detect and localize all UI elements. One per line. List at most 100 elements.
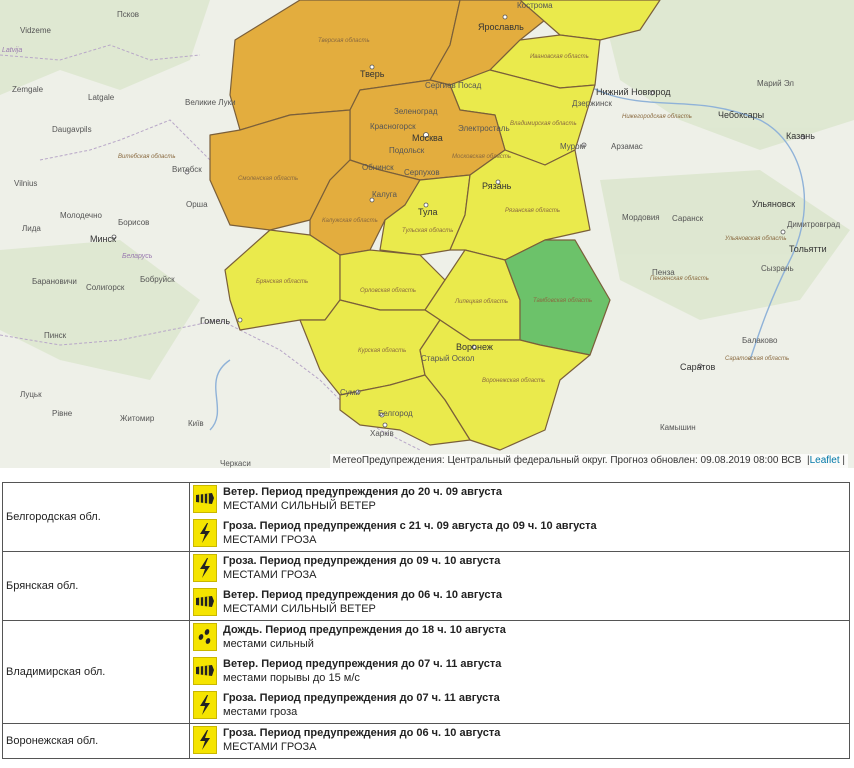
warning-item: Гроза. Период предупреждения до 09 ч. 10… [190,552,849,586]
warning-text: Гроза. Период предупреждения с 21 ч. 09 … [223,519,597,547]
warning-item: Ветер. Период предупреждения до 06 ч. 10… [190,586,849,620]
warning-row: Брянская обл. Гроза. Период предупреждени… [2,551,850,621]
map-label-moscow: Москва [412,133,443,143]
map-label-tula-region: Тульская область [402,228,453,234]
map-attribution: МетеоПредупреждения: Центральный федерал… [329,454,848,468]
map-label-smolensk-region: Смоленская область [238,176,298,182]
map-canvas: Latvija Беларусь Тверская область Иванов… [0,0,854,468]
map-label-tver-region: Тверская область [318,38,370,44]
map-label-kursk-region: Курская область [358,348,406,354]
map-label-tambov-region: Тамбовская область [533,298,592,304]
map-label-latvija: Latvija [2,47,22,54]
map-label-serpukhov: Серпухов [404,168,440,177]
map-label-voronezh-region: Воронежская область [482,378,545,384]
map-label-gomel: Гомель [200,316,230,326]
map-label-murom: Муром [560,142,585,151]
map-label-nizhny-novgorod: Нижний Новгород [596,87,671,97]
map-label-zemgale: Zemgale [12,85,44,94]
warning-item: Дождь. Период предупреждения до 18 ч. 10… [190,621,849,655]
warning-title: Ветер. Период предупреждения до 06 ч. 10… [223,589,502,601]
warning-items-cell: Гроза. Период предупреждения до 06 ч. 10… [189,723,850,759]
map-label-arzamas: Арзамас [611,142,643,151]
warning-region-name: Брянская обл. [2,551,190,621]
map-label-belgorod: Белгород [378,409,413,418]
warning-region-name: Белгородская обл. [2,482,190,552]
warning-text: Гроза. Период предупреждения до 09 ч. 10… [223,554,500,582]
map-label-podolsk: Подольск [389,146,425,155]
map-label-saratov: Саратов [680,362,715,372]
map-label-bobruisk: Бобруйск [140,275,175,284]
map-label-moscow-region: Московская область [452,154,511,160]
map-label-kazan: Казань [786,131,815,141]
map-label-yaroslavl: Ярославль [478,22,524,32]
warning-title: Гроза. Период предупреждения до 09 ч. 10… [223,555,501,567]
map-label-vitebsk-region: Витебская область [118,154,176,160]
warning-text: Дождь. Период предупреждения до 18 ч. 10… [223,623,506,651]
warning-text: Ветер. Период предупреждения до 20 ч. 09… [223,485,502,513]
map-label-voronezh: Воронеж [456,342,493,352]
map-label-bryansk-region: Брянская область [256,279,308,285]
map-label-ryazan: Рязань [482,181,512,191]
warning-detail: местами сильный [223,638,314,650]
warning-region-name: Воронежская обл. [2,723,190,759]
map-label-stary-oskol: Старый Оскол [421,354,475,363]
map-label-lipetsk-region: Липецкая область [454,299,508,305]
warning-items-cell: Гроза. Период предупреждения до 09 ч. 10… [189,551,850,621]
thunder-icon [193,726,217,754]
map-label-orsha: Орша [186,200,208,209]
warning-row: Владимирская обл. Дождь. Период предупреж… [2,620,850,724]
map-label-pinsk: Пинск [44,331,67,340]
warning-title: Дождь. Период предупреждения до 18 ч. 10… [223,624,506,636]
map-label-sergiev-posad: Сергиев Посад [425,81,482,90]
warning-item: Гроза. Период предупреждения до 07 ч. 11… [190,689,849,723]
warning-title: Гроза. Период предупреждения с 21 ч. 09 … [223,520,597,532]
map-label-penza: Пенза [652,268,675,277]
thunder-icon [193,691,217,719]
thunder-icon [193,519,217,547]
map-label-molodechno: Молодечно [60,211,102,220]
warning-row: Воронежская обл. Гроза. Период предупрежд… [2,723,850,759]
map-label-latgale: Latgale [88,93,115,102]
warning-text: Гроза. Период предупреждения до 07 ч. 11… [223,691,500,719]
wind-icon [193,657,217,685]
map-label-saratov-region: Саратовская область [725,356,789,362]
warning-title: Ветер. Период предупреждения до 07 ч. 11… [223,658,502,670]
map-label-kharkiv: Харків [370,429,394,438]
warning-detail: МЕСТАМИ ГРОЗА [223,534,317,546]
rain-icon [193,623,217,651]
warning-detail: МЕСТАМИ СИЛЬНЫЙ ВЕТЕР [223,603,376,615]
map-label-kamyshin: Камышин [660,423,696,432]
warning-detail: местами порывы до 15 м/с [223,672,360,684]
warning-text: Гроза. Период предупреждения до 06 ч. 10… [223,726,500,754]
map-label-dzerzhinsk: Дзержинск [572,99,612,108]
map-label-vitebsk: Витебск [172,165,202,174]
map-label-kaluga-region: Калужская область [322,218,378,224]
map-label-baranovichi: Барановичи [32,277,77,286]
map-label-belarus: Беларусь [122,253,153,260]
map-label-tver: Тверь [360,69,385,79]
wind-icon [193,588,217,616]
map-label-lutsk: Луцьк [20,390,42,399]
map-label-soligorsk: Солигорск [86,283,125,292]
map-label-minsk: Минск [90,234,116,244]
thunder-icon [193,554,217,582]
map-label-elektrostal: Электросталь [458,124,510,133]
map-label-cheboksary: Чебоксары [718,110,764,120]
leaflet-link[interactable]: Leaflet [810,455,840,466]
warning-row: Белгородская обл. Ветер. Период предупреж… [2,482,850,552]
map-label-kaluga: Калуга [372,190,398,199]
map-label-mari: Марий Эл [757,79,794,88]
map-label-orel-region: Орловская область [360,288,416,294]
warnings-table-body: Белгородская обл. Ветер. Период предупреж… [2,482,850,759]
attribution-text: МетеоПредупреждения: Центральный федерал… [332,455,802,466]
map-label-ryazan-region: Рязанская область [505,208,560,214]
map-label-vilnius: Vilnius [14,179,37,188]
map-label-lida: Лида [22,224,41,233]
warning-item: Ветер. Период предупреждения до 20 ч. 09… [190,483,849,517]
map-label-ulyanovsk: Ульяновск [752,199,795,209]
warnings-table: Белгородская обл. Ветер. Период предупреж… [2,482,850,759]
weather-warning-map[interactable]: Latvija Беларусь Тверская область Иванов… [0,0,854,468]
warning-detail: МЕСТАМИ ГРОЗА [223,569,317,581]
map-label-zhytomyr: Житомир [120,414,155,423]
warning-detail: МЕСТАМИ СИЛЬНЫЙ ВЕТЕР [223,500,376,512]
